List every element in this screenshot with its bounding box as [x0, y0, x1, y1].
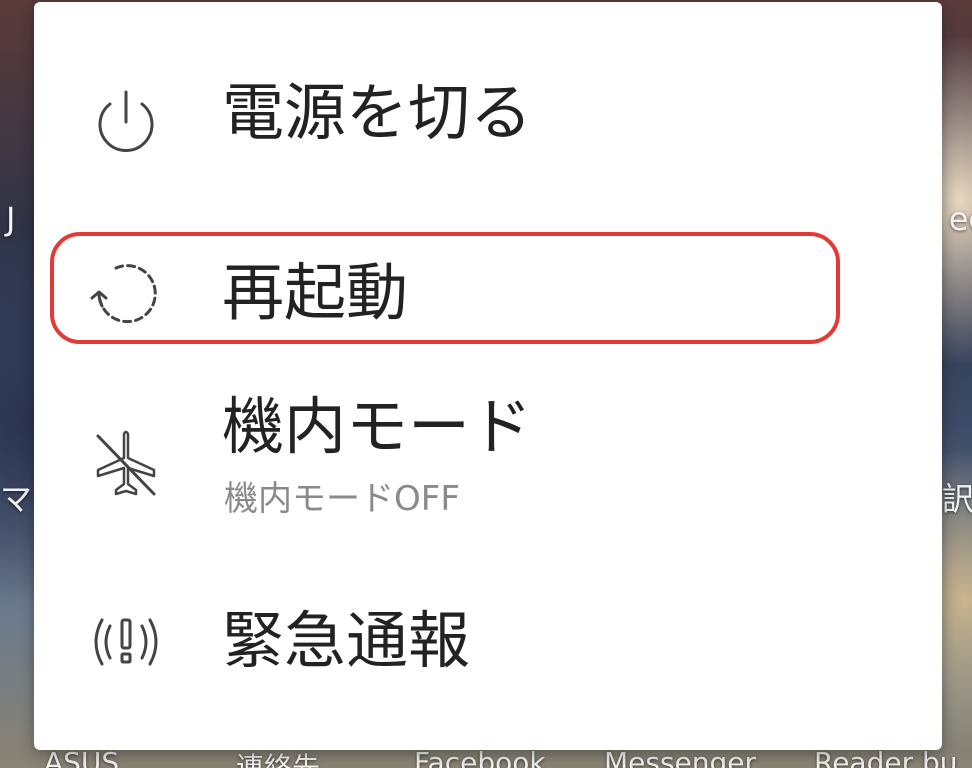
power-menu-dialog: 電源を切る 再起動 機内モード 機内モードOFF 緊急通報: [34, 2, 942, 750]
emergency-call-label: 緊急通報: [222, 604, 471, 677]
airplane-off-icon: [86, 424, 166, 504]
airplane-mode-item[interactable]: 機内モード 機内モードOFF: [34, 382, 942, 542]
home-screen-background: J ec マ 訳 ASUS 連絡先 Facebook Messenger Rea…: [0, 0, 972, 768]
background-app-label: マ: [0, 480, 33, 518]
emergency-call-item[interactable]: 緊急通報: [34, 572, 942, 722]
power-icon: [86, 82, 166, 162]
background-app-label: ec: [948, 200, 972, 238]
power-off-label: 電源を切る: [222, 76, 533, 149]
airplane-mode-status: 機内モードOFF: [224, 479, 460, 519]
background-app-label: J: [6, 200, 16, 238]
highlight-outline: [50, 232, 840, 344]
restart-item[interactable]: 再起動: [34, 232, 942, 352]
background-app-label: 訳: [941, 480, 972, 518]
airplane-mode-label: 機内モード: [222, 390, 533, 463]
restart-label: 再起動: [222, 256, 409, 329]
restart-icon: [86, 254, 166, 334]
power-off-item[interactable]: 電源を切る: [34, 42, 942, 192]
emergency-icon: [86, 602, 166, 682]
